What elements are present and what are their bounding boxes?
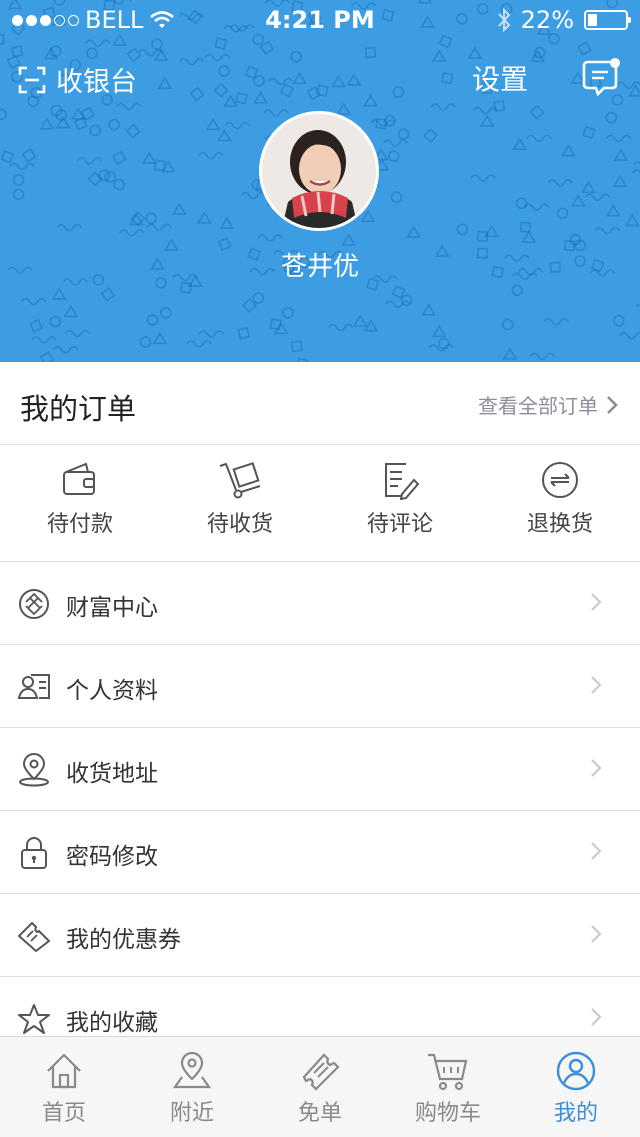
- account-menu: 财富中心 个人资料 收货地址 密码修改 我的优惠券 我的收藏: [0, 562, 640, 1060]
- status-bar: BELL 4:21 PM 22%: [0, 0, 640, 40]
- settings-button[interactable]: 设置: [472, 58, 528, 98]
- coupon-icon: [17, 921, 51, 953]
- cashier-button[interactable]: 收银台: [18, 60, 137, 99]
- menu-change-password-label: 密码修改: [66, 844, 158, 870]
- order-pending-payment-label: 待付款: [46, 512, 113, 537]
- tab-nearby-label: 附近: [169, 1101, 214, 1126]
- menu-change-password[interactable]: 密码修改: [0, 811, 640, 894]
- review-edit-icon: [385, 463, 420, 500]
- tab-cart[interactable]: 购物车: [384, 1037, 512, 1137]
- wealth-icon: [19, 589, 49, 619]
- order-returns-label: 退换货: [526, 512, 593, 537]
- menu-my-coupons[interactable]: 我的优惠券: [0, 894, 640, 977]
- battery-icon: [584, 10, 631, 30]
- avatar[interactable]: [259, 111, 379, 231]
- chevron-right-icon: [591, 759, 602, 777]
- delivery-cart-icon: [219, 462, 261, 499]
- order-pending-payment[interactable]: 待付款: [0, 444, 160, 561]
- order-status-row: 待付款 待收货 待评论 退换货: [0, 444, 640, 562]
- tab-home-label: 首页: [41, 1101, 86, 1126]
- message-icon[interactable]: [580, 58, 620, 98]
- lock-icon: [21, 837, 47, 869]
- menu-my-coupons-label: 我的优惠券: [66, 927, 181, 953]
- chevron-right-icon: [591, 925, 602, 943]
- star-icon: [18, 1004, 50, 1034]
- username: 苍井优: [280, 252, 359, 282]
- tab-free-order[interactable]: 免单: [256, 1037, 384, 1137]
- view-all-orders-link[interactable]: 查看全部订单: [478, 390, 618, 419]
- exchange-icon: [542, 462, 578, 498]
- my-orders-title: 我的订单: [20, 392, 137, 426]
- menu-wealth-center[interactable]: 财富中心: [0, 562, 640, 645]
- cart-icon: [428, 1053, 468, 1091]
- menu-wealth-center-label: 财富中心: [66, 595, 158, 621]
- notification-dot: [610, 58, 620, 68]
- tab-mine[interactable]: 我的: [512, 1037, 640, 1137]
- order-pending-review[interactable]: 待评论: [320, 444, 480, 561]
- menu-shipping-address-label: 收货地址: [66, 761, 158, 787]
- battery-percent: 22%: [520, 6, 574, 34]
- chevron-right-icon: [591, 593, 602, 611]
- bluetooth-icon: [497, 8, 511, 32]
- menu-shipping-address[interactable]: 收货地址: [0, 728, 640, 811]
- order-pending-receipt[interactable]: 待收货: [160, 444, 320, 561]
- location-pin-icon: [19, 753, 49, 787]
- order-pending-review-label: 待评论: [366, 512, 433, 537]
- wallet-icon: [63, 462, 95, 495]
- home-icon: [47, 1053, 81, 1089]
- tab-mine-label: 我的: [553, 1101, 598, 1126]
- menu-my-favorites-label: 我的收藏: [66, 1010, 158, 1036]
- tab-bar: 首页 附近 免单 购物车 我的: [0, 1036, 640, 1137]
- avatar-photo: [262, 114, 376, 228]
- menu-profile[interactable]: 个人资料: [0, 645, 640, 728]
- menu-profile-label: 个人资料: [66, 678, 158, 704]
- view-all-orders-label: 查看全部订单: [478, 394, 598, 418]
- ticket-icon: [302, 1053, 340, 1091]
- tab-home[interactable]: 首页: [0, 1037, 128, 1137]
- chevron-right-icon: [591, 1008, 602, 1026]
- my-orders-header: 我的订单 查看全部订单: [0, 362, 640, 445]
- chevron-right-icon: [591, 842, 602, 860]
- scan-icon: [18, 66, 46, 93]
- order-returns[interactable]: 退换货: [480, 444, 640, 561]
- user-icon: [556, 1051, 596, 1091]
- chevron-right-icon: [591, 676, 602, 694]
- order-pending-receipt-label: 待收货: [206, 512, 273, 537]
- tab-free-order-label: 免单: [297, 1101, 342, 1126]
- profile-card-icon: [17, 674, 50, 699]
- profile-header: BELL 4:21 PM 22% 收银台 设置 苍井优: [0, 0, 640, 362]
- tab-cart-label: 购物车: [414, 1101, 481, 1126]
- nearby-map-icon: [172, 1051, 212, 1089]
- chevron-right-icon: [607, 395, 618, 414]
- cashier-label: 收银台: [56, 67, 137, 98]
- tab-nearby[interactable]: 附近: [128, 1037, 256, 1137]
